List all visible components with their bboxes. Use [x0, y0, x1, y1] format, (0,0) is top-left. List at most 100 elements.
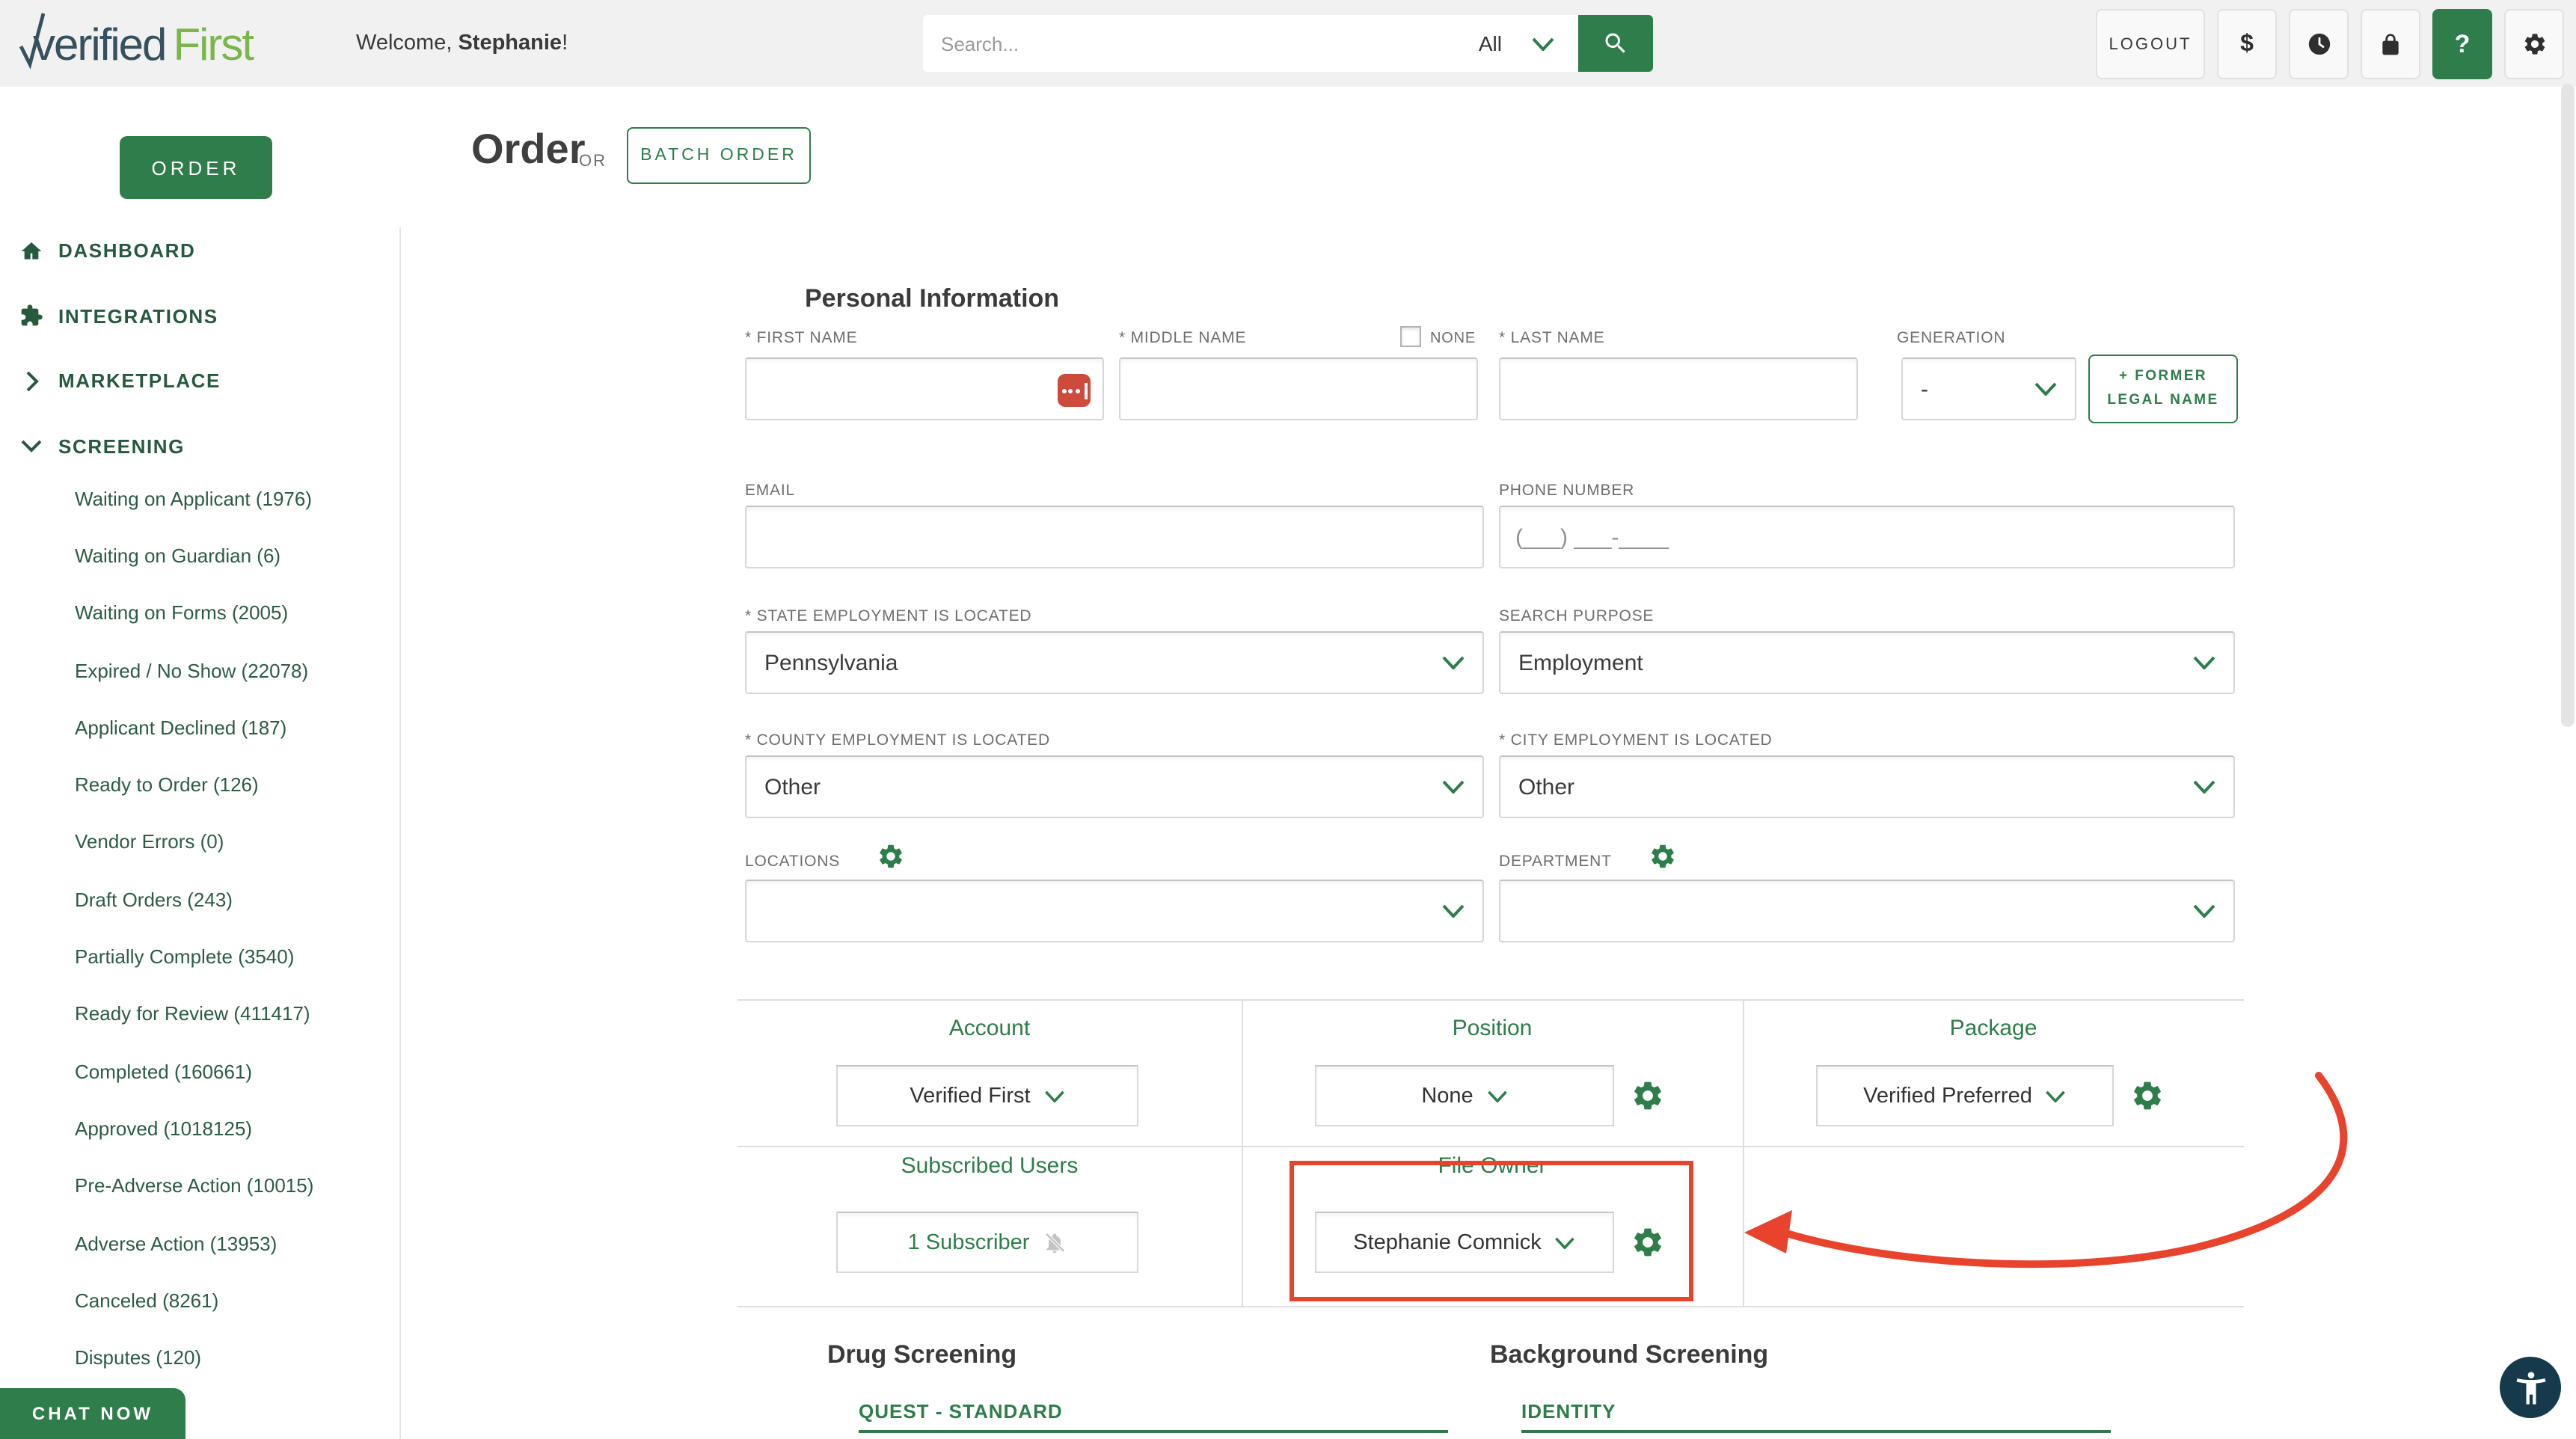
chevron-down-icon — [2193, 656, 2215, 669]
department-select[interactable] — [1499, 880, 2235, 942]
sidebar-screening-status[interactable]: Disputes (120) — [75, 1329, 399, 1387]
sidebar-screening-status[interactable]: Canceled (8261) — [75, 1271, 399, 1329]
first-name-label: * FIRST NAME — [745, 329, 858, 347]
help-button[interactable]: ? — [2432, 9, 2492, 79]
file-owner-select[interactable]: Stephanie Comnick — [1315, 1212, 1614, 1273]
position-settings-gear-icon[interactable] — [1631, 1079, 1665, 1113]
table-divider — [1743, 999, 1744, 1306]
background-screening-underline — [1521, 1430, 2111, 1433]
county-label: * COUNTY EMPLOYMENT IS LOCATED — [745, 731, 1050, 749]
background-screening-item[interactable]: IDENTITY — [1521, 1400, 1616, 1423]
security-button[interactable] — [2361, 9, 2420, 79]
sidebar-screening-status[interactable]: Draft Orders (243) — [75, 871, 399, 928]
logout-button[interactable]: LOGOUT — [2096, 9, 2205, 79]
sidebar-screening-status[interactable]: Expired / No Show (22078) — [75, 642, 399, 699]
sidebar-screening-status[interactable]: Waiting on Applicant (1976) — [75, 470, 399, 527]
accessibility-person-icon — [2515, 1371, 2545, 1404]
search-purpose-select[interactable]: Employment — [1499, 631, 2235, 694]
county-select[interactable]: Other — [745, 755, 1484, 818]
sidebar-screening-status[interactable]: Waiting on Guardian (6) — [75, 527, 399, 585]
main-content: Order OR BATCH ORDER Personal Informatio… — [401, 87, 2576, 1439]
batch-order-button[interactable]: BATCH ORDER — [627, 127, 811, 184]
middle-name-none-checkbox[interactable] — [1400, 326, 1421, 347]
position-select[interactable]: None — [1315, 1065, 1614, 1126]
middle-name-input[interactable] — [1120, 359, 1476, 419]
sidebar-item-label: MARKETPLACE — [58, 369, 221, 393]
sidebar-screening-status[interactable]: Pre-Adverse Action (10015) — [75, 1157, 399, 1215]
phone-field-wrap — [1499, 506, 2235, 568]
sidebar-item-label: INTEGRATIONS — [58, 304, 218, 328]
accessibility-widget-button[interactable] — [2500, 1357, 2561, 1418]
file-owner-settings-gear-icon[interactable] — [1631, 1225, 1665, 1259]
billing-button[interactable]: $ — [2217, 9, 2277, 79]
search-filter-dropdown[interactable]: All — [1429, 15, 1578, 72]
first-name-field-wrap — [745, 358, 1104, 420]
chevron-right-icon — [16, 371, 46, 392]
welcome-user-name: Stephanie — [458, 31, 562, 55]
scrollbar-thumb[interactable] — [2561, 84, 2575, 727]
county-value: Other — [764, 774, 821, 800]
sidebar-screening-status[interactable]: Waiting on Forms (2005) — [75, 584, 399, 642]
phone-label: PHONE NUMBER — [1499, 482, 1635, 500]
package-select[interactable]: Verified Preferred — [1816, 1065, 2114, 1126]
subscribed-users-button[interactable]: 1 Subscriber — [836, 1212, 1138, 1273]
sidebar-item-screening[interactable]: SCREENING — [0, 414, 399, 479]
account-header: Account — [948, 1016, 1031, 1041]
chat-now-button[interactable]: CHAT NOW — [0, 1388, 185, 1439]
position-header: Position — [1452, 1016, 1533, 1041]
drug-screening-item[interactable]: QUEST - STANDARD — [859, 1400, 1063, 1423]
locations-settings-gear-icon[interactable] — [877, 842, 905, 871]
package-value: Verified Preferred — [1863, 1084, 2032, 1108]
sidebar-item-integrations[interactable]: INTEGRATIONS — [0, 283, 399, 349]
chevron-down-icon — [1555, 1236, 1575, 1248]
department-settings-gear-icon[interactable] — [1649, 842, 1677, 871]
former-legal-line2: LEGAL NAME — [2107, 392, 2219, 408]
search-button[interactable] — [1578, 15, 1653, 72]
sidebar-screening-status[interactable]: Ready to Order (126) — [75, 756, 399, 814]
verified-first-logo[interactable]: verified First — [18, 10, 254, 72]
sidebar-screening-status[interactable]: Ready for Review (411417) — [75, 985, 399, 1043]
generation-value: - — [1921, 376, 1928, 402]
last-name-input[interactable] — [1500, 359, 1856, 419]
package-settings-gear-icon[interactable] — [2130, 1079, 2165, 1113]
middle-name-label: * MIDDLE NAME — [1119, 329, 1247, 347]
app-window: verifiedFirst Welcome, Stephanie! All LO… — [0, 0, 2576, 1439]
global-search-bar: All — [923, 15, 1653, 72]
settings-button[interactable] — [2504, 9, 2564, 79]
search-purpose-value: Employment — [1518, 650, 1643, 675]
gear-icon — [2524, 34, 2545, 55]
email-input[interactable] — [746, 507, 1482, 567]
city-label: * CITY EMPLOYMENT IS LOCATED — [1499, 731, 1773, 749]
state-value: Pennsylvania — [764, 650, 898, 675]
sidebar-screening-status[interactable]: Applicant Declined (187) — [75, 699, 399, 756]
sidebar-screening-status[interactable]: Completed (160661) — [75, 1043, 399, 1100]
file-owner-value: Stephanie Comnick — [1353, 1230, 1542, 1254]
bell-slash-icon — [1046, 1232, 1066, 1253]
account-select[interactable]: Verified First — [836, 1065, 1138, 1126]
state-select[interactable]: Pennsylvania — [745, 631, 1484, 694]
history-button[interactable] — [2289, 9, 2349, 79]
city-select[interactable]: Other — [1499, 755, 2235, 818]
former-legal-name-button[interactable]: + FORMER LEGAL NAME — [2088, 355, 2238, 423]
chevron-down-icon — [1487, 1090, 1507, 1102]
password-manager-fill-icon[interactable] — [1058, 374, 1091, 407]
sidebar-item-dashboard[interactable]: DASHBOARD — [0, 218, 399, 283]
generation-select[interactable]: - — [1901, 358, 2076, 420]
logo-word-1: verified — [33, 21, 167, 70]
search-input[interactable] — [923, 15, 1429, 72]
email-field-wrap — [745, 506, 1484, 568]
question-icon: ? — [2454, 29, 2471, 58]
sidebar-screening-status[interactable]: Partially Complete (3540) — [75, 928, 399, 986]
last-name-field-wrap — [1499, 358, 1858, 420]
locations-select[interactable] — [745, 880, 1484, 942]
chevron-down-icon — [2193, 780, 2215, 794]
chevron-down-icon — [2034, 382, 2057, 396]
sidebar-screening-status[interactable]: Vendor Errors (0) — [75, 814, 399, 871]
order-button[interactable]: ORDER — [120, 136, 272, 199]
welcome-message: Welcome, Stephanie! — [356, 0, 568, 87]
first-name-input[interactable] — [746, 359, 1103, 419]
sidebar-item-marketplace[interactable]: MARKETPLACE — [0, 349, 399, 414]
sidebar-screening-status[interactable]: Approved (1018125) — [75, 1100, 399, 1158]
sidebar-screening-status[interactable]: Adverse Action (13953) — [75, 1215, 399, 1272]
phone-input[interactable] — [1500, 507, 2233, 567]
